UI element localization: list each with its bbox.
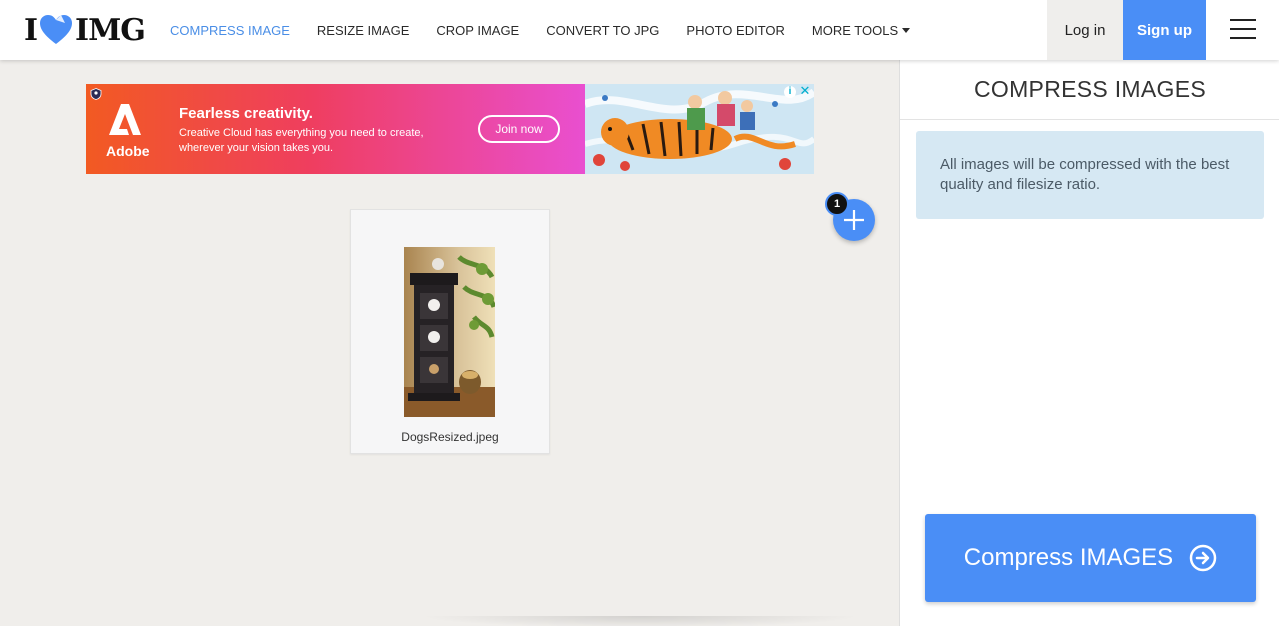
compress-button-label: Compress IMAGES bbox=[963, 544, 1174, 571]
logo-left-text: I bbox=[24, 12, 38, 48]
file-name: DogsResized.jpeg bbox=[401, 430, 499, 444]
ad-left-panel: Adobe Fearless creativity. Creative Clou… bbox=[86, 84, 585, 174]
nav-more-tools[interactable]: MORE TOOLS bbox=[811, 22, 911, 38]
nav-label: PHOTO EDITOR bbox=[686, 22, 785, 38]
nav-label: RESIZE IMAGE bbox=[316, 22, 410, 38]
tiger-illustration bbox=[585, 84, 814, 174]
nav-compress-image[interactable]: COMPRESS IMAGE bbox=[170, 23, 290, 38]
nav-label: MORE TOOLS bbox=[811, 22, 899, 38]
compress-images-button[interactable]: Compress IMAGES bbox=[925, 514, 1256, 602]
workspace: Adobe Fearless creativity. Creative Clou… bbox=[0, 60, 899, 626]
caret-down-icon bbox=[902, 27, 911, 33]
nav-photo-editor[interactable]: PHOTO EDITOR bbox=[686, 23, 784, 38]
options-sidebar: COMPRESS IMAGES All images will be compr… bbox=[899, 60, 1279, 626]
info-icon[interactable]: i bbox=[784, 86, 796, 98]
plus-icon bbox=[844, 210, 864, 230]
nav-label: CONVERT TO JPG bbox=[546, 22, 660, 38]
main-nav: COMPRESS IMAGE RESIZE IMAGE CROP IMAGE C… bbox=[170, 0, 937, 60]
ad-join-now-button[interactable]: Join now bbox=[478, 115, 560, 143]
login-button[interactable]: Log in bbox=[1047, 0, 1123, 60]
ad-body-text: Creative Cloud has everything you need t… bbox=[179, 127, 424, 154]
hamburger-icon[interactable] bbox=[1230, 19, 1256, 41]
thumbnail-image bbox=[404, 247, 495, 417]
arrow-right-circle-icon bbox=[1189, 544, 1217, 572]
file-count-badge: 1 bbox=[825, 192, 849, 216]
file-thumbnail bbox=[404, 247, 495, 417]
adobe-brand-label: Adobe bbox=[106, 143, 150, 159]
nav-label: CROP IMAGE bbox=[436, 22, 520, 38]
ad-illustration: i ✕ bbox=[585, 84, 814, 174]
ad-shield-icon bbox=[90, 88, 102, 100]
logo-right-text: IMG bbox=[75, 12, 146, 48]
bottom-edge-shadow bbox=[420, 616, 860, 626]
nav-resize-image[interactable]: RESIZE IMAGE bbox=[317, 23, 409, 38]
info-message: All images will be compressed with the b… bbox=[916, 131, 1264, 219]
iloveimg-logo[interactable]: I IMG bbox=[24, 12, 146, 48]
adobe-logo: Adobe bbox=[106, 102, 150, 159]
top-header: I IMG COMPRESS IMAGE RESIZE IMAGE CROP I… bbox=[0, 0, 1279, 60]
ad-title: Fearless creativity. bbox=[179, 105, 313, 122]
sidebar-title: COMPRESS IMAGES bbox=[900, 60, 1279, 120]
signup-button[interactable]: Sign up bbox=[1123, 0, 1206, 60]
nav-label: COMPRESS IMAGE bbox=[170, 22, 290, 38]
nav-crop-image[interactable]: CROP IMAGE bbox=[436, 23, 519, 38]
heart-icon bbox=[40, 15, 73, 44]
nav-convert-to-jpg[interactable]: CONVERT TO JPG bbox=[546, 23, 659, 38]
close-icon[interactable]: ✕ bbox=[799, 84, 811, 97]
adobe-logo-icon bbox=[106, 102, 144, 143]
ad-banner[interactable]: Adobe Fearless creativity. Creative Clou… bbox=[86, 84, 814, 174]
file-card[interactable]: DogsResized.jpeg bbox=[350, 209, 550, 454]
